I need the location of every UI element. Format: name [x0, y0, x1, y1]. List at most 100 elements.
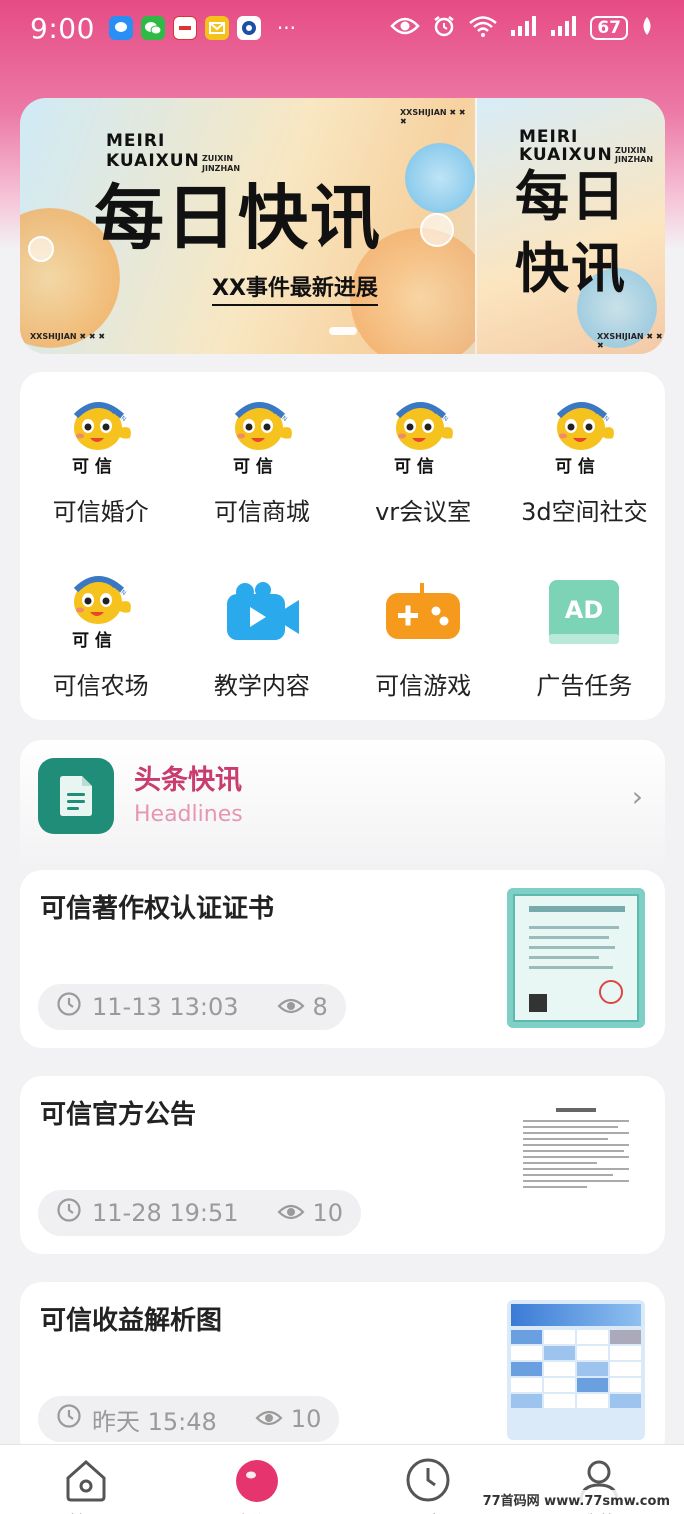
svg-text:可 信: 可 信	[555, 456, 595, 477]
views-count: 8	[276, 993, 328, 1021]
banner-slide-next[interactable]: MEIRI KUAIXUN ZUIXIN JINZHAN 每日 快讯 XXSHI…	[475, 98, 665, 354]
function-grid: KE XIN 可 信 可信婚介 KE XIN 可 信 可信商城 KE XIN 可…	[20, 372, 665, 720]
nav-label: 首页	[68, 1509, 104, 1514]
clock-icon	[56, 1197, 82, 1229]
news-card[interactable]: 可信收益解析图 昨天 15:48 10	[20, 1282, 665, 1460]
banner-right-title-2: 快讯	[515, 237, 627, 300]
signal-icon-1	[510, 15, 538, 41]
wechat-notification-icon	[140, 16, 165, 40]
grid-item-label: 可信游戏	[375, 672, 472, 700]
app-notification-icon	[172, 16, 197, 40]
clock-icon	[56, 991, 82, 1023]
certificate-thumbnail	[507, 888, 645, 1028]
grid-item[interactable]: KE XIN 可 信 可信商城	[181, 372, 342, 546]
mascot-icon: KE XIN 可 信	[549, 398, 619, 478]
eye-icon	[276, 1199, 305, 1227]
news-meta: 11-13 13:03 8	[38, 984, 346, 1030]
news-title: 可信官方公告	[40, 1100, 197, 1130]
news-time: 昨天 15:48	[92, 1407, 217, 1436]
news-meta: 昨天 15:48 10	[38, 1396, 340, 1442]
headlines-title: 头条快讯	[134, 765, 242, 796]
system-icons: 67	[390, 14, 654, 42]
svg-text:AD: AD	[565, 596, 604, 624]
banner-watermark-top: XXSHIJIAN ✖ ✖ ✖	[400, 108, 466, 126]
news-card[interactable]: 可信官方公告 11-28 19:51 10	[20, 1076, 665, 1254]
grid-item[interactable]: KE XIN 可 信 3d空间社交	[504, 372, 665, 546]
banner-tag-2: JINZHAN	[202, 164, 241, 173]
document-thumbnail	[507, 1094, 645, 1234]
message-notification-icon	[108, 16, 133, 40]
banner-pinyin-2: KUAIXUN	[106, 151, 200, 171]
views-count: 10	[255, 1405, 322, 1433]
banner-watermark-bottom: XXSHIJIAN ✖ ✖ ✖	[30, 332, 106, 341]
news-time: 11-13 13:03	[92, 993, 239, 1021]
svg-text:可 信: 可 信	[233, 456, 273, 477]
gamepad-icon	[384, 574, 462, 652]
status-bar: 9:00 ··· 67	[0, 0, 684, 56]
smiley-decoration	[420, 213, 454, 247]
banner-slide-main[interactable]: XXSHIJIAN ✖ ✖ ✖ MEIRI KUAIXUN ZUIXIN JIN…	[20, 98, 490, 354]
nav-news[interactable]: 新闻	[171, 1445, 342, 1514]
grid-item[interactable]: KE XIN 可 信 可信婚介	[20, 372, 181, 546]
grid-item-label: 教学内容	[213, 672, 310, 700]
news-title: 可信著作权认证证书	[40, 894, 275, 924]
grid-item-label: 可信商城	[213, 498, 310, 526]
grid-item[interactable]: AD 广告任务	[504, 546, 665, 720]
carousel-indicator[interactable]	[329, 327, 357, 335]
eye-icon	[390, 16, 421, 40]
grid-item[interactable]: 可信游戏	[343, 546, 504, 720]
svg-text:可 信: 可 信	[394, 456, 434, 477]
grid-item-label: vr会议室	[375, 498, 472, 526]
banner-title: 每日快讯	[94, 177, 382, 259]
nav-label: 新闻	[239, 1509, 275, 1514]
chevron-right-icon[interactable]: ›	[632, 780, 643, 813]
news-title: 可信收益解析图	[40, 1306, 223, 1336]
views-number: 10	[290, 1405, 322, 1433]
ad-icon: AD	[545, 574, 623, 652]
wifi-icon	[468, 14, 498, 42]
nav-label: 朋友	[410, 1509, 446, 1514]
banner-pinyin-1: MEIRI	[106, 131, 166, 151]
mascot-icon: KE XIN 可 信	[66, 572, 136, 652]
nav-label: 我的	[581, 1509, 617, 1514]
grid-item-label: 可信婚介	[52, 498, 149, 526]
battery-indicator: 67	[590, 16, 628, 40]
mascot-icon: KE XIN 可 信	[66, 398, 136, 478]
clock-icon	[56, 1403, 82, 1435]
news-card[interactable]: 可信著作权认证证书 11-13 13:03 8	[20, 870, 665, 1048]
news-icon	[234, 1457, 280, 1507]
clock-icon	[405, 1457, 451, 1507]
banner-event-text: XX事件最新进展	[212, 270, 378, 306]
eye-icon	[255, 1405, 283, 1433]
grid-item[interactable]: KE XIN 可 信 vr会议室	[343, 372, 504, 546]
bank-notification-icon	[236, 16, 261, 40]
nav-home[interactable]: 首页	[0, 1445, 171, 1514]
more-notifications: ···	[276, 16, 296, 40]
notification-icons: ···	[108, 16, 296, 40]
banner-carousel[interactable]: XXSHIJIAN ✖ ✖ ✖ MEIRI KUAIXUN ZUIXIN JIN…	[20, 98, 665, 354]
banner-right-title-1: 每日	[515, 165, 627, 228]
chart-thumbnail	[507, 1300, 645, 1440]
banner-right-pinyin-2: KUAIXUN	[519, 145, 613, 165]
mail-notification-icon	[204, 16, 229, 40]
leaf-icon	[640, 16, 654, 40]
grid-item-label: 可信农场	[52, 672, 149, 700]
svg-text:可 信: 可 信	[72, 630, 112, 651]
grid-item-label: 广告任务	[536, 672, 633, 700]
mascot-icon: KE XIN 可 信	[388, 398, 458, 478]
grid-item[interactable]: KE XIN 可 信 可信农场	[20, 546, 181, 720]
document-icon	[38, 758, 114, 834]
status-time: 9:00	[30, 11, 95, 45]
banner-right-tag-1: ZUIXIN	[615, 146, 647, 155]
grid-item[interactable]: 教学内容	[181, 546, 342, 720]
banner-tag-1: ZUIXIN	[202, 154, 234, 163]
news-time: 11-28 19:51	[92, 1199, 239, 1227]
eye-icon	[276, 993, 305, 1021]
headlines-header[interactable]: 头条快讯 Headlines ›	[20, 740, 665, 880]
news-meta: 11-28 19:51 10	[38, 1190, 362, 1236]
banner-right-watermark: XXSHIJIAN ✖ ✖ ✖	[597, 332, 663, 350]
site-watermark: 77首码网 www.77smw.com	[478, 1490, 674, 1509]
alarm-icon	[432, 14, 456, 42]
video-camera-icon	[223, 574, 301, 652]
views-number: 10	[312, 1199, 344, 1227]
